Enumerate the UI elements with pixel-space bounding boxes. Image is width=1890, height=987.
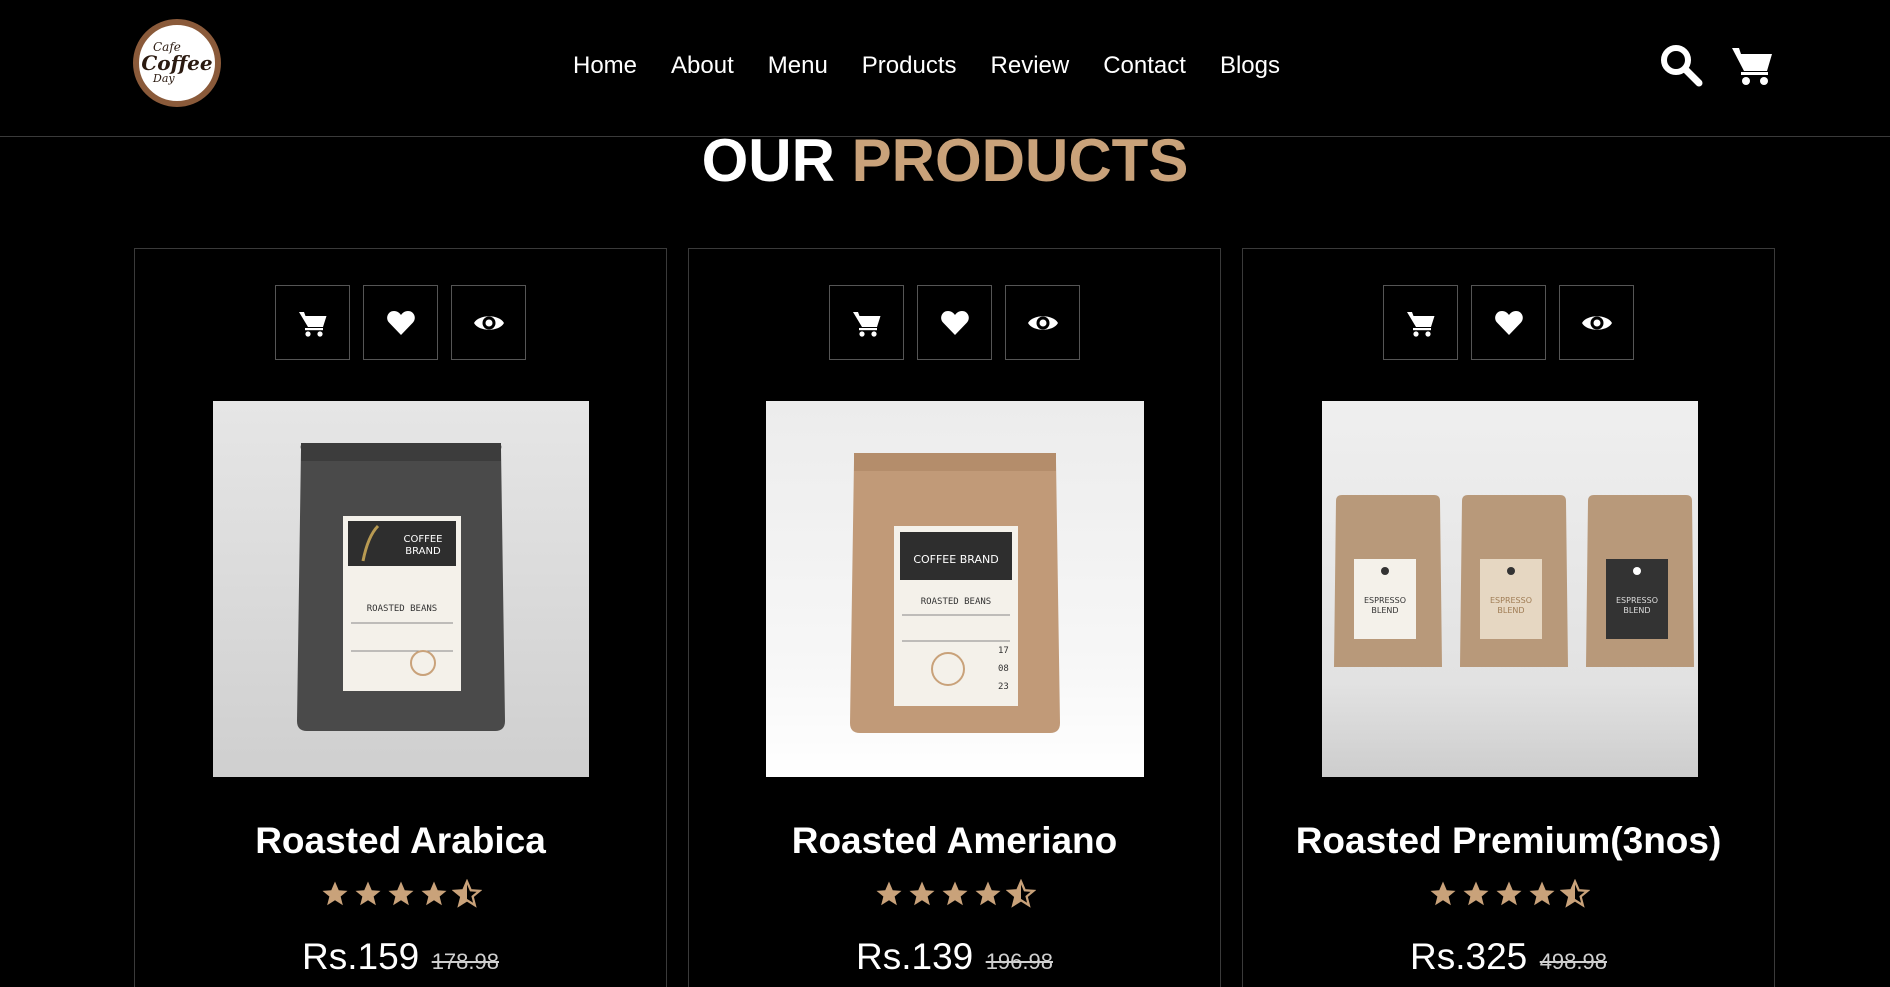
product-image[interactable]: COFFEE BRAND ROASTED BEANS 17 08 23 [766,401,1144,777]
product-price: Rs.325 498.98 [1243,935,1774,987]
quick-view-button[interactable] [451,285,526,360]
product-actions [689,285,1220,360]
quick-view-button[interactable] [1559,285,1634,360]
product-rating [1243,879,1774,909]
section-title-accent: PRODUCTS [851,127,1189,194]
product-card-1: COFFEE BRAND ROASTED BEANS Roasted Arabi… [134,248,667,987]
product-price: Rs.159 178.98 [135,935,666,987]
svg-text:BLEND: BLEND [1623,606,1650,615]
star-half-icon [1005,879,1036,908]
star-full-icon [1529,881,1554,906]
old-price: 178.98 [431,949,499,974]
svg-text:ROASTED BEANS: ROASTED BEANS [367,604,437,614]
product-image[interactable]: COFFEE BRAND ROASTED BEANS [213,401,589,777]
current-price: Rs.139 [856,936,974,977]
star-full-icon [1496,881,1521,906]
search-icon[interactable] [1658,42,1704,88]
cart-icon [1406,311,1434,337]
add-to-cart-button[interactable] [275,285,350,360]
current-price: Rs.325 [1410,936,1528,977]
eye-icon [1581,315,1612,330]
add-to-cart-button[interactable] [829,285,904,360]
star-half-icon [451,879,482,908]
heart-icon [386,310,415,335]
nav-home[interactable]: Home [573,50,637,82]
wishlist-button[interactable] [917,285,992,360]
svg-text:ROASTED BEANS: ROASTED BEANS [921,597,991,607]
bag-middle: ESPRESSO BLEND [1460,495,1568,667]
bag-right: ESPRESSO BLEND [1586,495,1694,667]
product-rating [689,879,1220,909]
nav-products[interactable]: Products [862,50,957,82]
star-full-icon [1430,881,1455,906]
product-name[interactable]: Roasted Ameriano [689,819,1220,863]
product-card-2: COFFEE BRAND ROASTED BEANS 17 08 23 Roas… [688,248,1221,987]
heart-icon [1494,310,1523,335]
wishlist-button[interactable] [363,285,438,360]
svg-text:23: 23 [998,682,1009,692]
main-nav: Home About Menu Products Review Contact … [573,50,1280,82]
nav-contact[interactable]: Contact [1103,50,1186,82]
cart-icon[interactable] [1730,42,1776,88]
svg-text:ESPRESSO: ESPRESSO [1490,596,1532,605]
section-title-main: OUR [701,127,835,194]
old-price: 196.98 [985,949,1053,974]
svg-text:ESPRESSO: ESPRESSO [1616,596,1658,605]
star-full-icon [322,881,347,906]
product-image[interactable]: ESPRESSO BLEND ESPRESSO BLEND ESPRESSO B… [1322,401,1698,777]
product-name[interactable]: Roasted Premium(3nos) [1243,819,1774,863]
logo-text-coffee: Coffee [141,51,213,75]
wishlist-button[interactable] [1471,285,1546,360]
section-title: OUR PRODUCTS [0,128,1890,194]
product-actions [135,285,666,360]
star-full-icon [421,881,446,906]
bag-left: ESPRESSO BLEND [1334,495,1442,667]
product-name[interactable]: Roasted Arabica [135,819,666,863]
star-full-icon [388,881,413,906]
svg-text:ESPRESSO: ESPRESSO [1364,596,1406,605]
svg-text:17: 17 [998,646,1009,656]
star-full-icon [355,881,380,906]
svg-text:BLEND: BLEND [1497,606,1524,615]
nav-blogs[interactable]: Blogs [1220,50,1280,82]
old-price: 498.98 [1539,949,1607,974]
svg-text:BLEND: BLEND [1371,606,1398,615]
cart-icon [298,311,326,337]
product-price: Rs.139 196.98 [689,935,1220,987]
cart-icon [852,311,880,337]
star-full-icon [909,881,934,906]
svg-text:BRAND: BRAND [405,546,441,557]
eye-icon [473,315,504,330]
product-card-3: ESPRESSO BLEND ESPRESSO BLEND ESPRESSO B… [1242,248,1775,987]
svg-text:COFFEE BRAND: COFFEE BRAND [913,553,998,566]
star-half-icon [1559,879,1590,908]
eye-icon [1027,315,1058,330]
logo-text-day: Day [153,72,175,85]
site-header: Cafe Coffee Day Home About Menu Products… [0,0,1890,137]
product-actions [1243,285,1774,360]
star-full-icon [876,881,901,906]
star-full-icon [1463,881,1488,906]
current-price: Rs.159 [302,936,420,977]
cafe-coffee-day-logo[interactable]: Cafe Coffee Day [133,19,221,107]
star-full-icon [975,881,1000,906]
nav-menu[interactable]: Menu [768,50,828,82]
quick-view-button[interactable] [1005,285,1080,360]
heart-icon [940,310,969,335]
add-to-cart-button[interactable] [1383,285,1458,360]
star-full-icon [942,881,967,906]
svg-text:COFFEE: COFFEE [404,534,443,545]
svg-text:08: 08 [998,664,1009,674]
nav-review[interactable]: Review [991,50,1070,82]
nav-about[interactable]: About [671,50,734,82]
product-rating [135,879,666,909]
